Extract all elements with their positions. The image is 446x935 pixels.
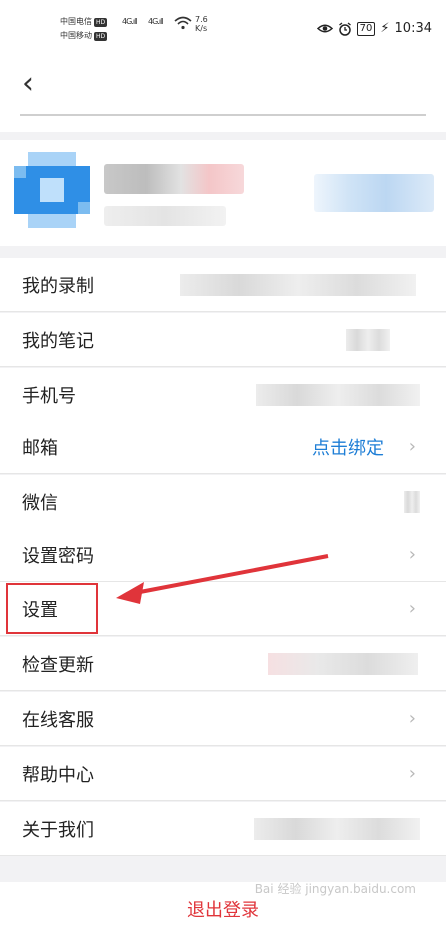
chevron-right-icon: › [408, 708, 416, 729]
bind-email-link[interactable]: 点击绑定 [312, 434, 384, 460]
watermark: Bai 经验 jingyan.baidu.com [254, 882, 416, 896]
menu-label: 关于我们 [22, 819, 94, 841]
menu-label: 邮箱 [22, 437, 58, 459]
menu-online-service[interactable]: 在线客服 › [0, 692, 446, 746]
profile-card[interactable] [0, 140, 446, 246]
value-masked [268, 653, 418, 675]
menu-label: 设置密码 [22, 545, 94, 567]
carrier-mobile: 中国移动 HD [60, 31, 108, 41]
user-info-masked [104, 206, 226, 226]
value-masked [404, 491, 420, 513]
menu-label: 手机号 [22, 385, 76, 407]
status-bar: 中国电信 HD 中国移动 HD 4G.ıll 4G.ıll 7.6 K/s 70 ⚡ … [0, 0, 446, 56]
value-masked [346, 329, 390, 351]
carrier-telecom: 中国电信 HD [60, 17, 108, 27]
menu-about-us[interactable]: 关于我们 [0, 802, 446, 856]
profile-badge-masked [314, 174, 434, 212]
menu-email[interactable]: 邮箱 点击绑定 › [0, 420, 446, 474]
signal-icon-2: 4G.ıll [148, 17, 163, 26]
menu-set-password[interactable]: 设置密码 › [0, 528, 446, 582]
alarm-icon [338, 21, 351, 36]
network-speed: 7.6 K/s [195, 15, 208, 33]
chevron-right-icon: › [408, 598, 416, 619]
menu-label: 微信 [22, 492, 58, 514]
eye-icon [316, 24, 333, 33]
value-masked [254, 818, 420, 840]
highlight-box [6, 583, 98, 634]
charging-icon: ⚡ [380, 21, 390, 36]
menu-label: 帮助中心 [22, 764, 94, 786]
value-masked [180, 274, 416, 296]
menu-my-recordings[interactable]: 我的录制 [0, 258, 446, 312]
status-right: 70 ⚡ 10:34 [316, 21, 432, 36]
menu-label: 我的录制 [22, 275, 94, 297]
header: ‹ [0, 56, 446, 132]
menu-label: 检查更新 [22, 654, 94, 676]
header-divider [20, 114, 426, 116]
menu-check-update[interactable]: 检查更新 [0, 637, 446, 691]
chevron-right-icon: › [408, 436, 416, 457]
logout-label: 退出登录 [187, 899, 259, 921]
clock: 10:34 [394, 21, 432, 36]
chevron-right-icon: › [408, 763, 416, 784]
wifi-icon [174, 16, 192, 30]
avatar [14, 152, 90, 228]
menu-label: 我的笔记 [22, 330, 94, 352]
battery-indicator: 70 [356, 21, 376, 36]
username-masked [104, 164, 244, 194]
menu-my-notes[interactable]: 我的笔记 [0, 313, 446, 367]
back-icon[interactable]: ‹ [22, 66, 34, 101]
chevron-right-icon: › [408, 544, 416, 565]
menu-wechat[interactable]: 微信 [0, 475, 446, 529]
value-masked [256, 384, 420, 406]
menu-phone[interactable]: 手机号 [0, 368, 446, 422]
signal-icon: 4G.ıll [122, 17, 137, 26]
menu-help-center[interactable]: 帮助中心 › [0, 747, 446, 801]
menu-label: 在线客服 [22, 709, 94, 731]
